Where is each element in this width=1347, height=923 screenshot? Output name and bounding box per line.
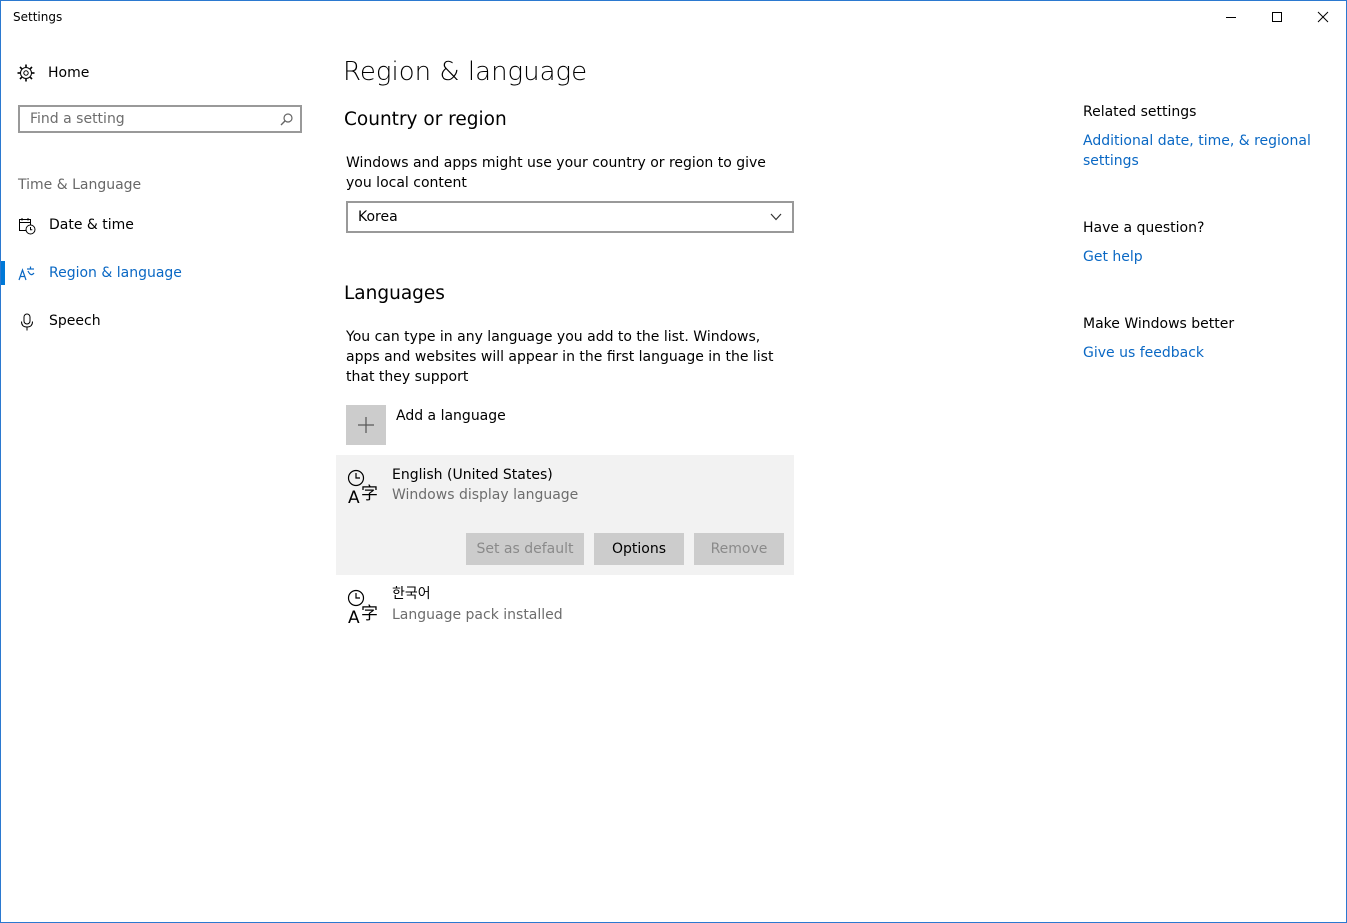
- svg-text:A: A: [348, 488, 360, 505]
- country-heading: Country or region: [344, 109, 507, 130]
- additional-regional-settings-link[interactable]: Additional date, time, & regional settin…: [1083, 131, 1323, 171]
- country-description: Windows and apps might use your country …: [346, 155, 766, 191]
- give-feedback-link[interactable]: Give us feedback: [1083, 343, 1323, 363]
- options-button[interactable]: Options: [594, 533, 684, 565]
- search-icon[interactable]: [280, 113, 293, 126]
- sidebar-item-region-language[interactable]: Region & language: [1, 253, 301, 293]
- clock-calendar-icon: [19, 218, 36, 235]
- maximize-button[interactable]: [1254, 1, 1300, 33]
- plus-icon: [358, 417, 374, 433]
- svg-text:A: A: [348, 608, 360, 625]
- add-button-tile: [346, 405, 386, 445]
- language-icon: A 字: [347, 469, 378, 505]
- close-button[interactable]: [1300, 1, 1346, 33]
- language-item-english[interactable]: A 字 English (United States) Windows disp…: [336, 455, 794, 575]
- language-status: Language pack installed: [392, 607, 563, 623]
- svg-text:字: 字: [361, 604, 378, 624]
- remove-button[interactable]: Remove: [694, 533, 784, 565]
- minimize-icon: [1226, 17, 1236, 18]
- languages-description: You can type in any language you add to …: [346, 329, 774, 385]
- chevron-down-icon: [770, 213, 782, 221]
- add-language-label: Add a language: [396, 408, 506, 424]
- set-as-default-button[interactable]: Set as default: [466, 533, 584, 565]
- close-icon: [1317, 11, 1329, 23]
- language-icon: A 字: [347, 589, 378, 625]
- region-language-icon: [18, 266, 35, 281]
- sidebar-section-label: Time & Language: [18, 177, 142, 193]
- have-a-question-title: Have a question?: [1083, 220, 1205, 236]
- language-name: English (United States): [392, 467, 553, 483]
- country-dropdown-value: Korea: [358, 209, 398, 225]
- languages-heading: Languages: [344, 283, 445, 304]
- sidebar-item-label: Speech: [49, 313, 101, 329]
- make-windows-better-title: Make Windows better: [1083, 316, 1235, 332]
- page-title: Region & language: [343, 57, 588, 87]
- title-bar: Settings: [1, 1, 1346, 33]
- svg-text:字: 字: [361, 484, 378, 504]
- settings-window: Settings Home Time: [0, 0, 1347, 923]
- gear-icon: [17, 64, 35, 82]
- maximize-icon: [1272, 12, 1282, 22]
- microphone-icon: [21, 313, 33, 331]
- selection-indicator: [1, 261, 5, 285]
- add-language-button[interactable]: Add a language: [346, 405, 646, 445]
- search-box[interactable]: [18, 105, 302, 133]
- sidebar-item-label: Date & time: [49, 217, 134, 233]
- language-name: 한국어: [392, 586, 431, 602]
- search-input[interactable]: [20, 107, 280, 131]
- minimize-button[interactable]: [1208, 1, 1254, 33]
- language-status: Windows display language: [392, 487, 579, 503]
- get-help-link[interactable]: Get help: [1083, 247, 1323, 267]
- language-item-korean[interactable]: A 字 한국어 Language pack installed: [336, 575, 794, 635]
- sidebar-item-speech[interactable]: Speech: [1, 301, 301, 341]
- related-settings-title: Related settings: [1083, 104, 1197, 120]
- sidebar-item-label: Region & language: [49, 265, 182, 281]
- sidebar-item-date-time[interactable]: Date & time: [1, 205, 301, 245]
- country-dropdown[interactable]: Korea: [346, 201, 794, 233]
- home-nav-item[interactable]: Home: [17, 61, 307, 87]
- home-label: Home: [48, 65, 90, 81]
- window-title: Settings: [13, 10, 63, 24]
